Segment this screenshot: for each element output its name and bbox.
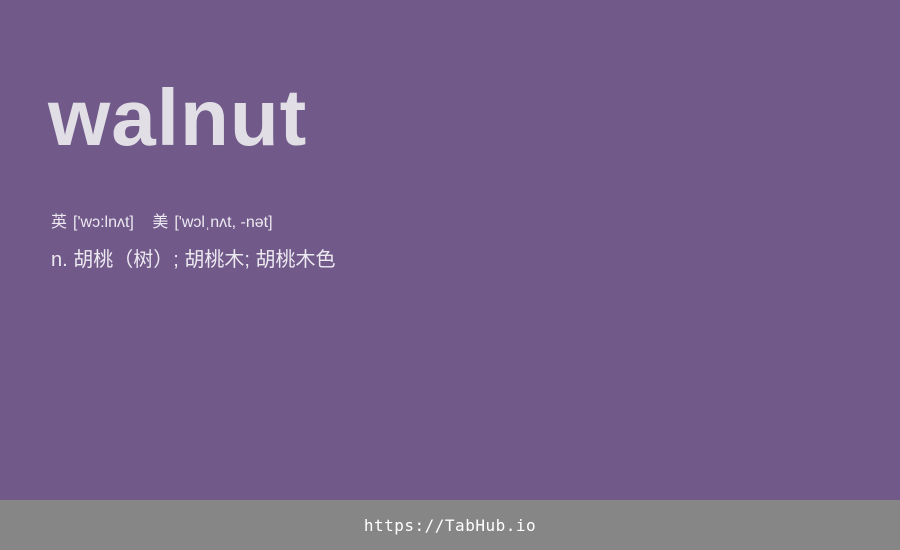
footer-bar: https://TabHub.io bbox=[0, 500, 900, 550]
headword: walnut bbox=[48, 73, 308, 162]
word-card: walnut 英 ['wɔ:lnʌt] 美 ['wɔlˌnʌt, -nət] n. … bbox=[0, 0, 900, 500]
phonetic-us: 美 ['wɔlˌnʌt, -nət] bbox=[152, 212, 272, 234]
phonetic-us-label: 美 bbox=[152, 214, 169, 231]
phonetics-row: 英 ['wɔ:lnʌt] 美 ['wɔlˌnʌt, -nət] bbox=[51, 212, 273, 234]
phonetic-us-ipa: ['wɔlˌnʌt, -nət] bbox=[174, 214, 273, 231]
phonetic-uk-ipa: ['wɔ:lnʌt] bbox=[73, 214, 134, 231]
tabhub-link[interactable]: https://TabHub.io bbox=[364, 516, 536, 535]
definition-text: n. 胡桃（树）; 胡桃木; 胡桃木色 bbox=[51, 249, 336, 271]
phonetic-uk-label: 英 bbox=[51, 214, 68, 231]
phonetic-uk: 英 ['wɔ:lnʌt] bbox=[51, 212, 134, 234]
